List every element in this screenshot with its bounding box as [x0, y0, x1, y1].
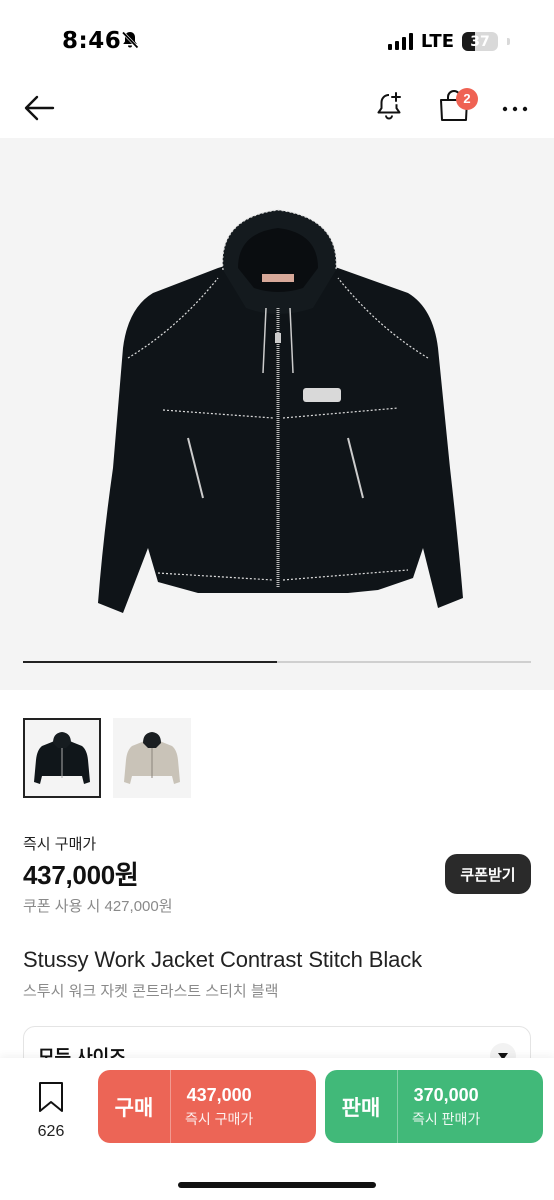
price-label: 즉시 구매가 [23, 836, 97, 853]
home-indicator[interactable] [178, 1182, 376, 1188]
product-image-gallery[interactable] [0, 138, 554, 690]
sell-label: 판매 [341, 1096, 381, 1120]
bookmark-icon [39, 1082, 63, 1112]
thumbnail-strip [23, 718, 191, 798]
bell-slash-icon [120, 30, 140, 55]
status-indicators: LTE 37 [387, 31, 510, 52]
network-type: LTE [420, 31, 454, 52]
battery-level: 37 [470, 33, 490, 50]
buy-label: 구매 [114, 1096, 154, 1120]
bottom-action-bar: 626 구매 437,000 즉시 구매가 판매 370,000 즉시 판매가 [0, 1058, 554, 1200]
bell-plus-icon[interactable] [372, 88, 408, 124]
top-nav: 2 [0, 80, 554, 136]
coupon-price: 쿠폰 사용 시 427,000원 [23, 898, 173, 915]
gallery-progress [23, 661, 531, 663]
product-title: Stussy Work Jacket Contrast Stitch Black [23, 947, 423, 972]
buy-info: 437,000 즉시 구매가 [171, 1085, 253, 1129]
wishlist-button[interactable]: 626 [26, 1080, 76, 1141]
arrow-left-icon[interactable] [22, 90, 58, 126]
thumbnail-black[interactable] [23, 718, 101, 798]
bag-count-badge: 2 [456, 88, 478, 110]
get-coupon-button[interactable]: 쿠폰받기 [445, 854, 531, 894]
buy-sub-label: 즉시 구매가 [185, 1110, 254, 1127]
signal-bars-icon [387, 33, 413, 50]
thumbnail-grey[interactable] [113, 718, 191, 798]
battery-cap [507, 38, 510, 45]
sell-button[interactable]: 판매 370,000 즉시 판매가 [325, 1070, 543, 1143]
sell-sub-label: 즉시 판매가 [412, 1110, 481, 1127]
gallery-progress-fill [23, 661, 277, 663]
status-bar: 8:46 LTE 37 [0, 0, 554, 80]
buy-price: 437,000 [186, 1084, 252, 1105]
battery-icon: 37 [462, 32, 498, 51]
sell-info: 370,000 즉시 판매가 [398, 1085, 480, 1129]
buy-button[interactable]: 구매 437,000 즉시 구매가 [98, 1070, 316, 1143]
instant-buy-price: 437,000원 [23, 860, 139, 890]
product-title-korean: 스투시 워크 자켓 콘트라스트 스티치 블랙 [23, 983, 279, 1000]
status-time: 8:46 [62, 28, 122, 54]
sell-price: 370,000 [413, 1084, 479, 1105]
more-horizontal-icon[interactable] [498, 94, 532, 124]
jacket-photo [78, 198, 478, 633]
wishlist-count: 626 [37, 1123, 65, 1140]
